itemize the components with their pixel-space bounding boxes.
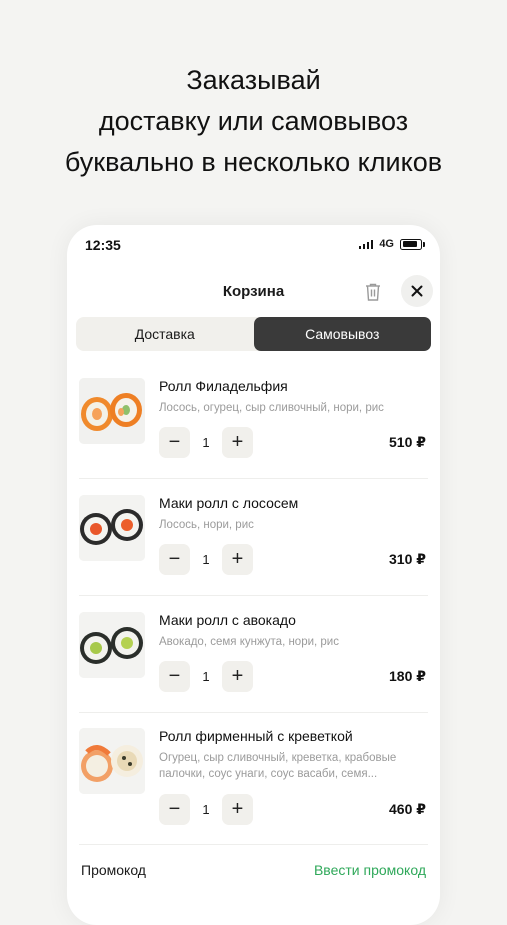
tab-pickup[interactable]: Самовывоз — [253, 317, 431, 351]
divider — [79, 712, 428, 713]
close-icon — [411, 285, 423, 297]
quantity-value: 1 — [202, 669, 210, 684]
cart-item: Маки ролл с лососем Лосось, нори, рис − … — [67, 487, 440, 603]
item-name: Маки ролл с авокадо — [159, 612, 296, 628]
quantity-stepper: − 1 + — [159, 544, 253, 575]
increase-button[interactable]: + — [222, 544, 253, 575]
item-name: Маки ролл с лососем — [159, 495, 299, 511]
phone-screen: 12:35 4G Корзина Доставка Самовывоз Ролл… — [67, 225, 440, 925]
enter-promo-link[interactable]: Ввести промокод — [314, 862, 426, 878]
item-price: 510 ₽ — [389, 434, 426, 450]
network-type: 4G — [379, 238, 394, 250]
product-image — [79, 612, 145, 678]
quantity-value: 1 — [202, 802, 210, 817]
item-description: Лосось, огурец, сыр сливочный, нори, рис — [159, 402, 384, 414]
headline-line-2: доставку или самовывоз — [98, 106, 409, 136]
product-image — [79, 495, 145, 561]
cart-header: Корзина — [67, 275, 440, 307]
headline-line-1: Заказывай — [186, 65, 321, 95]
status-bar: 12:35 4G — [67, 225, 440, 265]
quantity-stepper: − 1 + — [159, 794, 253, 825]
decrease-button[interactable]: − — [159, 544, 190, 575]
promo-row: Промокод Ввести промокод — [67, 853, 440, 893]
trash-icon[interactable] — [364, 282, 382, 302]
item-price: 460 ₽ — [389, 801, 426, 817]
page-title: Корзина — [222, 283, 285, 300]
increase-button[interactable]: + — [222, 794, 253, 825]
divider — [79, 595, 428, 596]
product-image — [79, 378, 145, 444]
signal-icon — [358, 239, 374, 249]
item-description: Огурец, сыр сливочный, креветка, крабовы… — [159, 752, 397, 780]
item-name: Ролл фирменный с креветкой — [159, 728, 353, 744]
status-time: 12:35 — [85, 237, 121, 253]
item-description: Авокадо, семя кунжута, нори, рис — [159, 636, 339, 648]
quantity-value: 1 — [202, 552, 210, 567]
cart-item: Ролл Филадельфия Лосось, огурец, сыр сли… — [67, 370, 440, 486]
decrease-button[interactable]: − — [159, 661, 190, 692]
decrease-button[interactable]: − — [159, 427, 190, 458]
item-name: Ролл Филадельфия — [159, 378, 288, 394]
quantity-stepper: − 1 + — [159, 427, 253, 458]
tab-delivery[interactable]: Доставка — [76, 317, 254, 351]
delivery-mode-tabs: Доставка Самовывоз — [76, 317, 431, 351]
increase-button[interactable]: + — [222, 427, 253, 458]
item-price: 180 ₽ — [389, 668, 426, 684]
decrease-button[interactable]: − — [159, 794, 190, 825]
product-image — [79, 728, 145, 794]
increase-button[interactable]: + — [222, 661, 253, 692]
divider — [79, 478, 428, 479]
quantity-value: 1 — [202, 435, 210, 450]
item-description: Лосось, нори, рис — [159, 519, 254, 531]
status-indicators: 4G — [358, 238, 425, 250]
headline: Заказывай доставку или самовывоз букваль… — [0, 60, 507, 183]
promo-label: Промокод — [81, 862, 146, 878]
quantity-stepper: − 1 + — [159, 661, 253, 692]
cart-item: Ролл фирменный с креветкой Огурец, сыр с… — [67, 720, 440, 850]
close-button[interactable] — [401, 275, 433, 307]
headline-line-3: буквально в несколько кликов — [64, 147, 443, 177]
cart-item: Маки ролл с авокадо Авокадо, семя кунжут… — [67, 604, 440, 720]
divider — [79, 844, 428, 845]
item-price: 310 ₽ — [389, 551, 426, 567]
battery-icon — [400, 238, 425, 250]
